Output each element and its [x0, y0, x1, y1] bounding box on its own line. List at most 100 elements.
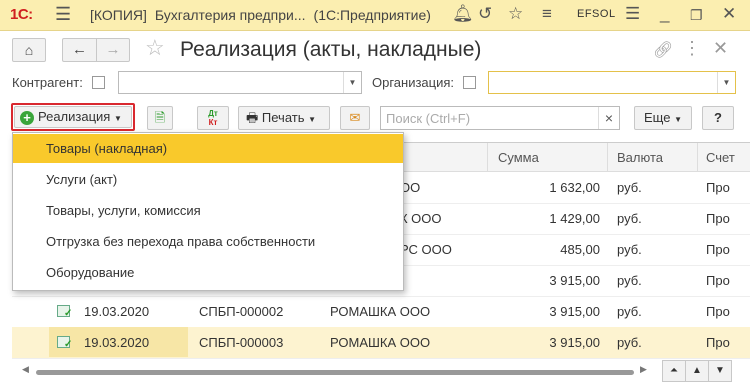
- search-placeholder: Поиск (Ctrl+F): [386, 111, 471, 126]
- title-bar: 1С: ☰ [КОПИЯ] Бухгалтерия предпри... (1С:П…: [0, 0, 750, 31]
- menu-item-goods-services-commission[interactable]: Товары, услуги, комиссия: [13, 196, 403, 225]
- envelope-icon: ✉: [349, 110, 361, 125]
- cell-currency: руб.: [617, 304, 642, 319]
- user-menu-icon[interactable]: ≡: [542, 4, 552, 24]
- scrollbar-thumb[interactable]: [36, 370, 634, 375]
- posted-document-icon: [57, 305, 72, 319]
- create-dropdown-menu: Товары (накладная) Услуги (акт) Товары, …: [12, 132, 404, 291]
- first-page-icon: ⏶: [670, 365, 678, 376]
- cell-currency: руб.: [617, 180, 642, 195]
- history-icon[interactable]: ↺: [478, 4, 492, 24]
- restore-icon[interactable]: ❐: [690, 7, 703, 24]
- add-document-icon: 🗎︎: [154, 110, 166, 125]
- help-button[interactable]: ?: [702, 106, 734, 130]
- favorite-star-icon[interactable]: ☆: [145, 35, 165, 61]
- close-window-icon[interactable]: ✕: [722, 4, 736, 24]
- kt-label: Кт: [208, 118, 218, 127]
- app-logo: 1С:: [10, 6, 33, 23]
- cell-currency: руб.: [617, 211, 642, 226]
- organization-label: Организация:: [372, 75, 455, 90]
- cell-account: Про: [706, 304, 730, 319]
- more-options-icon[interactable]: ⋮: [683, 38, 701, 59]
- user-name[interactable]: EFSOL: [577, 8, 616, 20]
- cell-date: 19.03.2020: [84, 335, 150, 350]
- cell-account: Про: [706, 242, 730, 257]
- create-realization-label: Реализация: [38, 109, 111, 124]
- bell-icon[interactable]: 🔔︎: [452, 4, 474, 24]
- cell-sum: 1 429,00: [549, 211, 600, 226]
- chevron-down-icon: ▼: [308, 115, 317, 124]
- print-label: Печать: [261, 110, 305, 125]
- more-button[interactable]: Еще ▼: [634, 106, 692, 130]
- cell-currency: руб.: [617, 273, 642, 288]
- search-input[interactable]: Поиск (Ctrl+F) ×: [380, 106, 620, 130]
- favorites-star-icon[interactable]: ☆: [508, 4, 523, 24]
- table-row[interactable]: 19.03.2020 СПБП-000002 РОМАШКА ООО 3 915…: [12, 296, 750, 328]
- copy-document-button[interactable]: 🗎︎: [147, 106, 173, 130]
- page-up-icon: ▲: [692, 365, 702, 376]
- page-title: Реализация (акты, накладные): [180, 38, 482, 61]
- chevron-down-icon[interactable]: ▼: [717, 72, 735, 93]
- help-label: ?: [714, 110, 722, 125]
- column-separator: [697, 143, 698, 171]
- forward-button[interactable]: →: [96, 38, 130, 62]
- arrow-right-icon: →: [105, 41, 121, 58]
- link-icon[interactable]: 🔗︎: [653, 40, 673, 60]
- home-icon: ⌂: [24, 42, 34, 58]
- column-header-account[interactable]: Счет: [706, 150, 735, 165]
- email-button[interactable]: ✉: [340, 106, 370, 130]
- minimize-icon[interactable]: _: [660, 4, 669, 24]
- cell-counterparty: РОМАШКА ООО: [330, 335, 431, 350]
- counterparty-checkbox[interactable]: [92, 76, 105, 89]
- back-button[interactable]: ←: [62, 38, 96, 62]
- counterparty-field[interactable]: ▼: [118, 71, 362, 94]
- more-label: Еще: [644, 110, 671, 125]
- cell-account: Про: [706, 335, 730, 350]
- scroll-right-icon[interactable]: ▶: [640, 364, 647, 375]
- close-form-icon[interactable]: ✕: [713, 38, 728, 59]
- posted-document-icon: [57, 336, 72, 350]
- cell-counterparty: К ООО: [400, 211, 442, 226]
- cell-counterparty: РС ООО: [400, 242, 452, 257]
- menu-icon[interactable]: ☰: [55, 4, 71, 25]
- cell-account: Про: [706, 273, 730, 288]
- scroll-top-button[interactable]: ⏶: [662, 360, 686, 382]
- cell-number: СПБП-000003: [199, 335, 284, 350]
- scroll-left-icon[interactable]: ◀: [22, 364, 29, 375]
- cell-sum: 485,00: [560, 242, 600, 257]
- arrow-left-icon: ←: [72, 41, 87, 58]
- scroll-down-button[interactable]: ▼: [708, 360, 732, 382]
- chevron-down-icon[interactable]: ▼: [343, 72, 361, 93]
- chevron-down-icon: ▼: [113, 114, 122, 123]
- cell-account: Про: [706, 211, 730, 226]
- counterparty-label: Контрагент:: [12, 75, 83, 90]
- dt-kt-button[interactable]: Дт Кт: [197, 106, 229, 130]
- create-realization-button[interactable]: + Реализация ▼: [14, 106, 132, 128]
- cell-currency: руб.: [617, 335, 642, 350]
- menu-item-goods-invoice[interactable]: Товары (накладная): [13, 134, 403, 163]
- column-header-currency[interactable]: Валюта: [617, 150, 663, 165]
- column-separator: [487, 143, 488, 171]
- organization-checkbox[interactable]: [463, 76, 476, 89]
- menu-item-equipment[interactable]: Оборудование: [13, 258, 403, 287]
- cell-sum: 3 915,00: [549, 304, 600, 319]
- scroll-up-button[interactable]: ▲: [685, 360, 709, 382]
- chevron-down-icon: ▼: [674, 115, 682, 124]
- window-menu-icon[interactable]: ☰: [625, 4, 640, 24]
- column-separator: [607, 143, 608, 171]
- window-title: [КОПИЯ] Бухгалтерия предпри... (1С:Предпри…: [90, 7, 439, 23]
- copy-label: [КОПИЯ]: [90, 7, 147, 23]
- horizontal-scrollbar[interactable]: ◀ ▶: [12, 362, 652, 380]
- menu-item-shipment-no-ownership[interactable]: Отгрузка без перехода права собственност…: [13, 227, 403, 256]
- clear-search-icon[interactable]: ×: [598, 107, 619, 129]
- cell-date: 19.03.2020: [84, 304, 150, 319]
- dt-label: Дт: [208, 109, 218, 118]
- column-header-sum[interactable]: Сумма: [498, 150, 539, 165]
- organization-field[interactable]: ▼: [488, 71, 736, 94]
- table-row-selected[interactable]: 19.03.2020 СПБП-000003 РОМАШКА ООО 3 915…: [12, 327, 750, 359]
- home-button[interactable]: ⌂: [12, 38, 46, 62]
- print-button[interactable]: 🖶︎ Печать ▼: [238, 106, 330, 130]
- page-down-icon: ▼: [715, 365, 725, 376]
- cell-sum: 3 915,00: [549, 335, 600, 350]
- menu-item-services-act[interactable]: Услуги (акт): [13, 165, 403, 194]
